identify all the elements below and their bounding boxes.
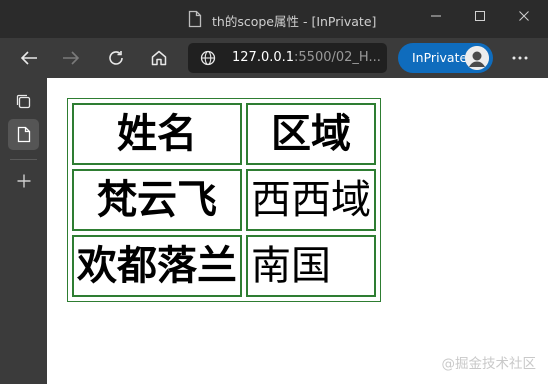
- add-icon: [17, 174, 30, 187]
- back-button[interactable]: [14, 44, 44, 72]
- home-button[interactable]: [144, 44, 174, 72]
- page-content: 姓名 区域 梵云飞 西西域 欢都落兰 南国 @掘金技术社区: [47, 78, 548, 384]
- inprivate-button[interactable]: InPrivate: [398, 43, 493, 73]
- page-icon: [188, 10, 202, 28]
- table-row: 欢都落兰 南国: [72, 235, 376, 297]
- table-cell: 南国: [246, 235, 376, 297]
- profile-icon: [465, 46, 489, 70]
- new-tab-button[interactable]: [8, 165, 39, 196]
- row-header: 欢都落兰: [72, 235, 242, 297]
- row-header: 梵云飞: [72, 169, 242, 231]
- minimize-button[interactable]: [414, 0, 458, 32]
- url-text: 127.0.0.1:5500/02_H...: [232, 50, 382, 65]
- tab-actions-icon: [16, 94, 30, 108]
- close-button[interactable]: [502, 0, 546, 32]
- forward-button[interactable]: [56, 44, 86, 72]
- back-icon: [20, 51, 37, 65]
- inprivate-label: InPrivate: [412, 50, 468, 65]
- window-title: th的scope属性 - [InPrivate]: [212, 14, 377, 29]
- address-bar[interactable]: 127.0.0.1:5500/02_H...: [188, 43, 387, 73]
- more-button[interactable]: [505, 44, 535, 72]
- column-header: 姓名: [72, 103, 242, 165]
- vertical-tabs-sidebar: [0, 78, 47, 384]
- tab-actions-button[interactable]: [8, 86, 39, 117]
- title-bar: th的scope属性 - [InPrivate]: [0, 0, 548, 38]
- page-icon: [17, 126, 30, 143]
- close-icon: [519, 11, 529, 21]
- maximize-icon: [475, 11, 485, 21]
- avatar: [465, 46, 489, 70]
- minimize-icon: [431, 15, 441, 17]
- url-host: 127.0.0.1: [232, 50, 295, 65]
- column-header: 区域: [246, 103, 376, 165]
- maximize-button[interactable]: [458, 0, 502, 32]
- browser-toolbar: 127.0.0.1:5500/02_H... InPrivate: [0, 38, 548, 78]
- refresh-icon: [109, 51, 123, 65]
- table-header-row: 姓名 区域: [72, 103, 376, 165]
- table-cell: 西西域: [246, 169, 376, 231]
- data-table: 姓名 区域 梵云飞 西西域 欢都落兰 南国: [67, 98, 381, 302]
- home-icon: [151, 50, 167, 66]
- forward-icon: [63, 51, 80, 65]
- more-icon: [512, 56, 528, 60]
- table-row: 梵云飞 西西域: [72, 169, 376, 231]
- watermark: @掘金技术社区: [441, 356, 537, 372]
- refresh-button[interactable]: [101, 44, 131, 72]
- url-path: :5500/02_H...: [294, 50, 381, 65]
- globe-icon: [200, 50, 216, 66]
- sidebar-tab-active[interactable]: [8, 119, 39, 150]
- sidebar-divider: [10, 159, 37, 160]
